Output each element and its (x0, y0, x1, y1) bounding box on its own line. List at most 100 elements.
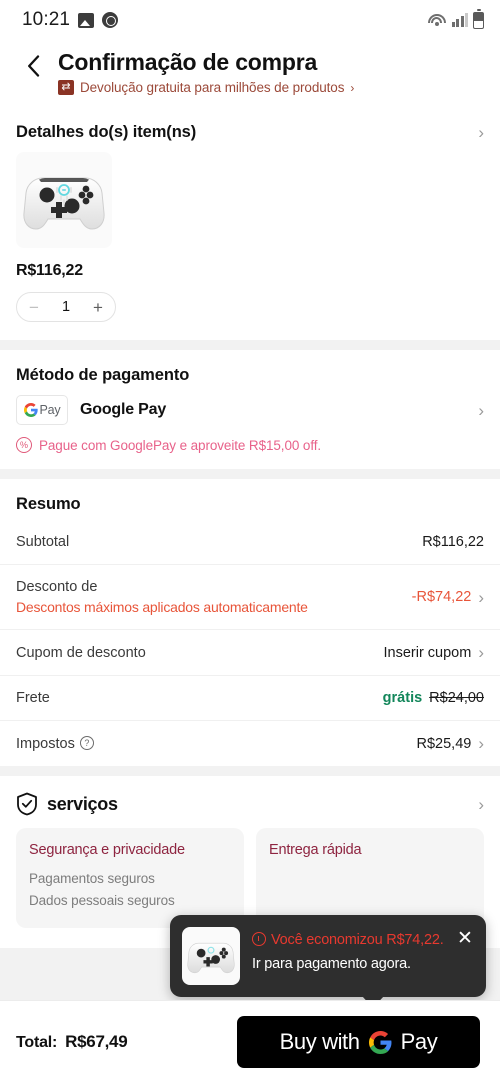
section-divider (0, 469, 500, 479)
item-details-body: R$116,22 − 1 + (0, 152, 500, 340)
summary-row-coupon[interactable]: Cupom de desconto Inserir cupom › (0, 630, 500, 676)
chevron-right-icon: › (478, 400, 484, 420)
status-bar-time: 10:21 (22, 9, 71, 30)
wifi-icon (427, 13, 447, 28)
summary-sublabel: Descontos máximos aplicados automaticame… (16, 599, 308, 615)
toast-message: Ir para pagamento agora. (252, 956, 411, 972)
total-label: Total: (16, 1034, 58, 1051)
summary-label: Impostos (16, 735, 75, 752)
item-details-section: Detalhes do(s) item(ns) › R$116,22 − 1 + (0, 109, 500, 340)
page-title: Confirmação de compra (58, 49, 318, 75)
summary-label: Cupom de desconto (16, 644, 146, 661)
summary-row-shipping: Frete grátis R$24,00 (0, 676, 500, 721)
service-card-delivery[interactable]: Entrega rápida (256, 828, 484, 928)
summary-value: R$25,49 (416, 735, 472, 752)
toast-highlight: Você economizou R$74,22. (271, 932, 444, 948)
return-arrows-icon (58, 80, 74, 95)
summary-value-wrap: Inserir cupom › (383, 644, 484, 661)
google-pay-logo-text: Pay (39, 403, 61, 417)
summary-section: Resumo Subtotal R$116,22 Desconto de Des… (0, 479, 500, 766)
shipping-original-price: R$24,00 (429, 690, 484, 706)
summary-title: Resumo (16, 495, 81, 513)
summary-row-taxes[interactable]: Impostos R$25,49 › (0, 721, 500, 766)
clock-badge-icon (102, 12, 119, 28)
payment-method-header: Método de pagamento (0, 350, 500, 395)
toast-close-button[interactable]: ✕ (455, 929, 475, 949)
summary-label: Desconto de (16, 579, 98, 595)
service-card-title: Entrega rápida (269, 842, 362, 858)
service-card-title: Segurança e privacidade (29, 842, 185, 858)
summary-row-discount[interactable]: Desconto de Descontos máximos aplicados … (0, 565, 500, 630)
service-card-security[interactable]: Segurança e privacidade Pagamentos segur… (16, 828, 244, 928)
google-g-icon (23, 403, 38, 417)
service-card-bullet: Dados pessoais seguros (29, 893, 175, 908)
summary-label: Frete (16, 690, 50, 706)
shipping-free-tag: grátis (382, 690, 423, 706)
chevron-right-icon: › (478, 794, 484, 814)
summary-row-subtotal: Subtotal R$116,22 (0, 520, 500, 565)
section-divider (0, 766, 500, 776)
summary-value: -R$74,22 (411, 589, 472, 605)
status-bar-left: 10:21 (22, 9, 119, 31)
services-title: serviços (47, 793, 118, 814)
google-g-icon (368, 1030, 392, 1054)
buy-button-label: Buy with (279, 1029, 360, 1054)
game-controller-image (187, 942, 235, 974)
item-details-title: Detalhes do(s) item(ns) (16, 123, 197, 141)
free-return-banner[interactable]: Devolução gratuita para milhões de produ… (58, 80, 354, 95)
quantity-stepper[interactable]: − 1 + (16, 292, 116, 322)
item-price: R$116,22 (16, 262, 83, 279)
chevron-right-icon: › (478, 643, 484, 662)
bottom-bar: Total: R$67,49 Buy with Pay (0, 1000, 500, 1083)
header-texts: Confirmação de compra Devolução gratuita… (58, 46, 354, 95)
services-header-left: serviços (16, 792, 118, 816)
payment-method-title: Método de pagamento (16, 366, 190, 384)
chevron-left-icon (27, 55, 39, 77)
summary-value-wrap: grátis R$24,00 (383, 690, 484, 706)
checkout-screen: 10:21 Confirmação de compra Devolução gr… (0, 0, 500, 1083)
percent-badge-icon (16, 437, 32, 453)
total-wrap: Total: R$67,49 (16, 1032, 128, 1052)
payment-promo-text: Pague com GooglePay e aproveite R$15,00 … (39, 437, 322, 453)
status-bar: 10:21 (0, 0, 500, 40)
chevron-right-icon: › (350, 80, 355, 95)
savings-toast[interactable]: Você economizou R$74,22. Ir para pagamen… (170, 915, 486, 1008)
payment-promo-row: Pague com GooglePay e aproveite R$15,00 … (0, 425, 500, 469)
clock-icon (252, 932, 266, 946)
buy-button-pay-label: Pay (400, 1029, 438, 1054)
total-value: R$67,49 (65, 1032, 128, 1051)
summary-value-wrap: -R$74,22 › (412, 589, 484, 606)
summary-value: R$116,22 (422, 534, 484, 550)
chevron-right-icon: › (478, 587, 484, 607)
item-details-header[interactable]: Detalhes do(s) item(ns) › (0, 109, 500, 152)
page-header: Confirmação de compra Devolução gratuita… (0, 40, 500, 109)
toast-product-thumbnail (182, 927, 240, 985)
coupon-action-label[interactable]: Inserir cupom (383, 645, 471, 661)
product-thumbnail[interactable] (16, 152, 112, 248)
summary-header: Resumo (0, 479, 500, 520)
section-divider (0, 340, 500, 350)
cellular-signal-icon (451, 13, 468, 27)
summary-label: Subtotal (16, 534, 70, 550)
question-mark-icon[interactable] (79, 735, 94, 750)
back-button[interactable] (16, 46, 50, 86)
payment-method-row[interactable]: Pay Google Pay › (0, 395, 500, 425)
toast-body: Você economizou R$74,22. Ir para pagamen… (252, 927, 474, 976)
quantity-decrease-button[interactable]: − (29, 299, 39, 316)
quantity-value: 1 (61, 299, 71, 315)
summary-label-stack: Desconto de Descontos máximos aplicados … (16, 579, 308, 615)
payment-method-section: Método de pagamento Pay Google Pay › Pag… (0, 350, 500, 469)
photo-icon (78, 12, 95, 28)
quantity-increase-button[interactable]: + (93, 299, 103, 316)
summary-value-wrap: R$25,49 › (417, 735, 485, 752)
buy-with-google-pay-button[interactable]: Buy with Pay (237, 1016, 480, 1068)
status-bar-right (427, 8, 484, 29)
payment-method-name: Google Pay (80, 401, 167, 418)
chevron-right-icon: › (478, 734, 484, 753)
chevron-right-icon: › (478, 123, 484, 142)
service-card-bullet: Pagamentos seguros (29, 871, 155, 886)
toast-text: Você economizou R$74,22. Ir para pagamen… (252, 928, 452, 976)
services-header[interactable]: serviços › (0, 776, 500, 828)
game-controller-image (23, 177, 105, 230)
battery-icon (473, 8, 484, 29)
